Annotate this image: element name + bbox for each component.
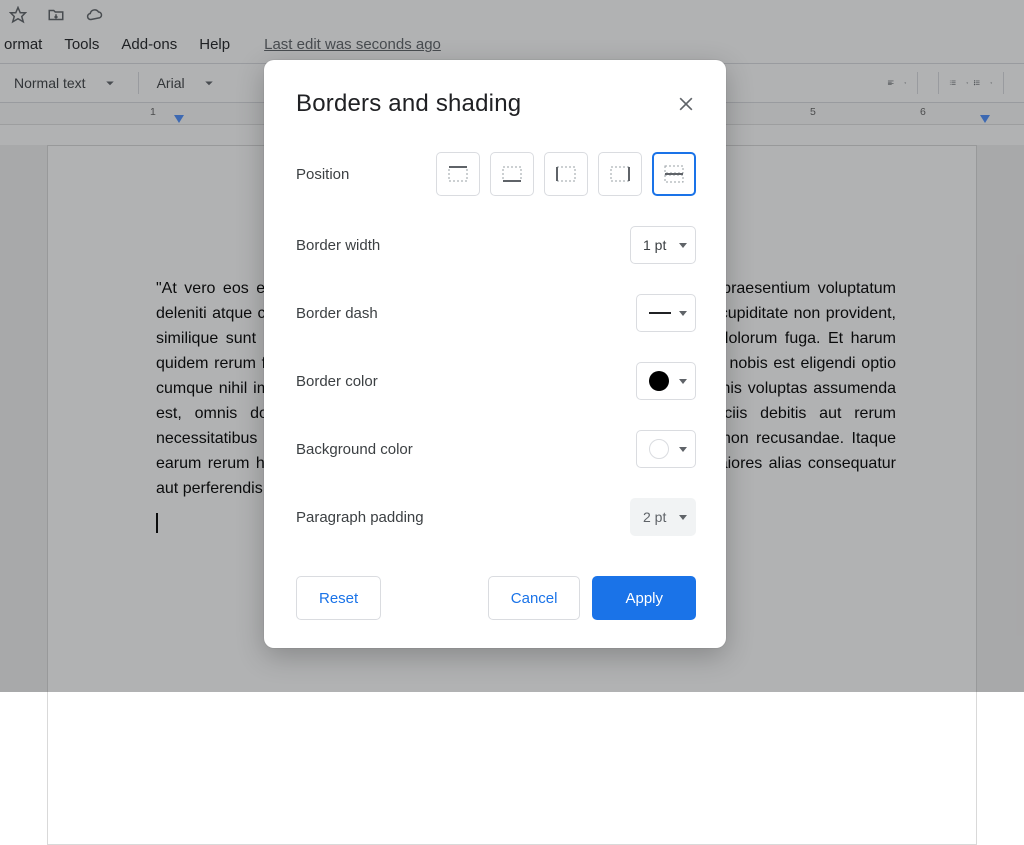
dialog-title: Borders and shading	[296, 90, 521, 118]
dash-solid-icon	[649, 312, 671, 314]
paragraph-padding-value: 2 pt	[643, 509, 666, 525]
paragraph-padding-label: Paragraph padding	[296, 509, 424, 526]
apply-button[interactable]: Apply	[592, 576, 696, 620]
cancel-button[interactable]: Cancel	[488, 576, 581, 620]
position-button-group	[436, 152, 696, 196]
position-label: Position	[296, 166, 349, 183]
border-width-label: Border width	[296, 237, 380, 254]
border-color-label: Border color	[296, 373, 378, 390]
chevron-down-icon	[679, 379, 687, 384]
border-dash-label: Border dash	[296, 305, 378, 322]
position-top-button[interactable]	[436, 152, 480, 196]
background-color-label: Background color	[296, 441, 413, 458]
border-dash-dropdown[interactable]	[636, 294, 696, 332]
position-left-button[interactable]	[544, 152, 588, 196]
dialog-actions: Reset Cancel Apply	[296, 576, 696, 620]
chevron-down-icon	[679, 447, 687, 452]
border-width-value: 1 pt	[643, 237, 666, 253]
position-right-button[interactable]	[598, 152, 642, 196]
chevron-down-icon	[679, 243, 687, 248]
chevron-down-icon	[679, 515, 687, 520]
color-chip-black-icon	[649, 371, 669, 391]
paragraph-padding-dropdown[interactable]: 2 pt	[630, 498, 696, 536]
close-button[interactable]	[676, 94, 696, 114]
chevron-down-icon	[679, 311, 687, 316]
borders-shading-dialog: Borders and shading Position B	[264, 60, 726, 648]
background-color-dropdown[interactable]	[636, 430, 696, 468]
border-width-dropdown[interactable]: 1 pt	[630, 226, 696, 264]
reset-button[interactable]: Reset	[296, 576, 381, 620]
border-color-dropdown[interactable]	[636, 362, 696, 400]
color-chip-none-icon	[649, 439, 669, 459]
position-bottom-button[interactable]	[490, 152, 534, 196]
position-between-button[interactable]	[652, 152, 696, 196]
